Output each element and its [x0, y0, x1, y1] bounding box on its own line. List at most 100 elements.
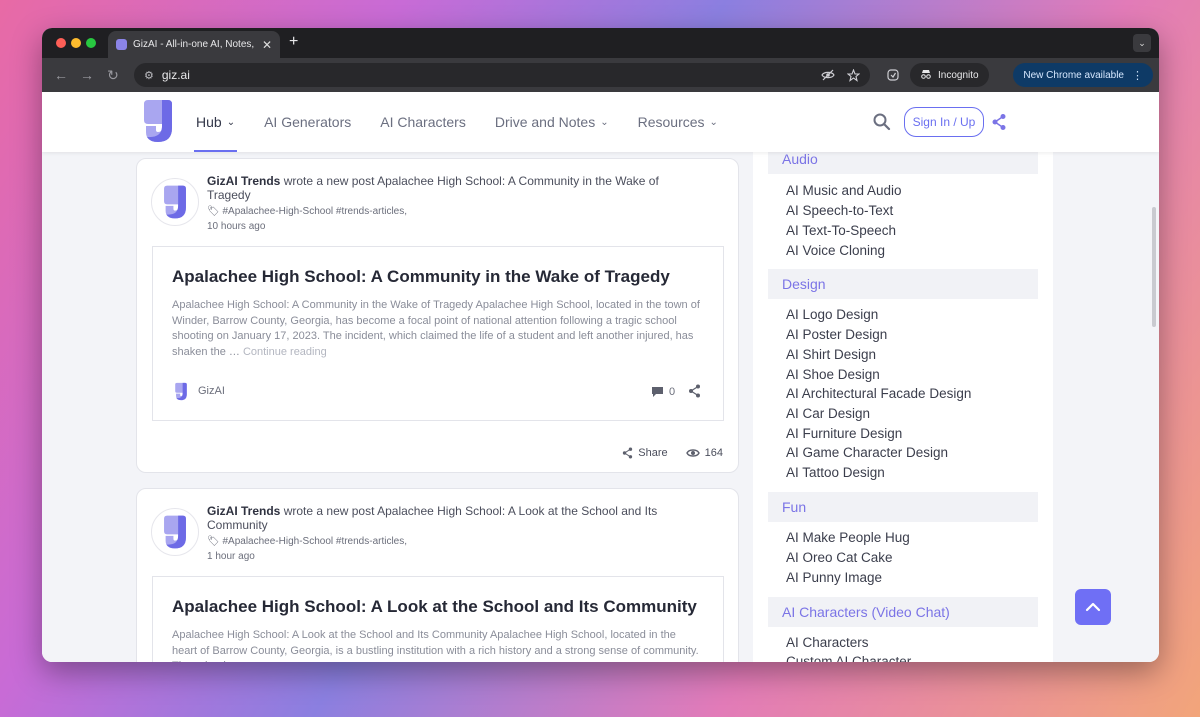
nav-resources[interactable]: Resources ⌄ — [638, 92, 718, 152]
tab-gizai[interactable]: GizAI - All-in-one AI, Notes, & ✕ — [108, 31, 280, 58]
avatar[interactable] — [151, 508, 199, 556]
share-icon[interactable] — [688, 384, 701, 398]
post-footer-author[interactable]: GizAI — [198, 385, 225, 397]
sidebar-item-ai-architectural-facade-design[interactable]: AI Architectural Facade Design — [786, 386, 971, 401]
post-card: GizAI Trends wrote a new post Apalachee … — [136, 158, 739, 473]
nav-ai-characters[interactable]: AI Characters — [380, 92, 466, 152]
close-window-button[interactable] — [56, 38, 66, 48]
browser-menu-icon[interactable]: ⋮ — [1132, 69, 1143, 82]
nav-drive-and-notes[interactable]: Drive and Notes ⌄ — [495, 92, 609, 152]
sign-in-button[interactable]: Sign In / Up — [904, 107, 984, 137]
post-tags[interactable]: #Apalachee-High-School #trends-articles, — [222, 206, 407, 217]
scroll-to-top-button[interactable] — [1075, 589, 1111, 625]
post-title[interactable]: Apalachee High School: A Look at the Sch… — [172, 597, 697, 617]
page-scrollbar[interactable] — [1152, 207, 1156, 327]
post-title[interactable]: Apalachee High School: A Community in th… — [172, 267, 670, 287]
sidebar-item-ai-logo-design[interactable]: AI Logo Design — [786, 307, 878, 322]
reload-button[interactable]: ↻ — [100, 67, 126, 84]
comment-count: 0 — [669, 386, 676, 398]
sidebar-item-ai-game-character-design[interactable]: AI Game Character Design — [786, 445, 948, 460]
incognito-label: Incognito — [938, 69, 979, 81]
sidebar-item-ai-tattoo-design[interactable]: AI Tattoo Design — [786, 465, 885, 480]
new-chrome-label: New Chrome available — [1023, 69, 1124, 81]
category-design[interactable]: Design — [768, 269, 1038, 299]
sidebar-item-ai-shoe-design[interactable]: AI Shoe Design — [786, 367, 880, 382]
sidebar-item-ai-oreo-cat-cake[interactable]: AI Oreo Cat Cake — [786, 550, 893, 565]
comment-icon[interactable] — [651, 386, 664, 398]
post-author[interactable]: GizAI Trends — [207, 504, 280, 518]
site-header: Hub ⌄ AI Generators AI Characters Drive … — [42, 92, 1159, 152]
incognito-icon — [920, 69, 932, 82]
tab-title: GizAI - All-in-one AI, Notes, & — [133, 39, 256, 50]
share-label: Share — [638, 447, 668, 459]
sidebar-item-ai-poster-design[interactable]: AI Poster Design — [786, 327, 887, 342]
search-icon[interactable] — [872, 112, 892, 132]
extension-icon[interactable] — [886, 68, 900, 82]
chevron-down-icon: ⌄ — [709, 116, 718, 128]
post-excerpt: Apalachee High School: A Look at the Sch… — [172, 629, 699, 662]
sidebar-item-ai-car-design[interactable]: AI Car Design — [786, 406, 870, 421]
incognito-indicator[interactable]: Incognito — [910, 63, 989, 87]
nav-ai-generators[interactable]: AI Generators — [264, 92, 351, 152]
post-author[interactable]: GizAI Trends — [207, 174, 280, 188]
post-card: GizAI Trends wrote a new post Apalachee … — [136, 488, 739, 662]
gizai-favicon-icon — [116, 39, 127, 50]
sidebar-item-ai-characters[interactable]: AI Characters — [786, 635, 869, 650]
eye-slash-icon[interactable] — [821, 69, 835, 81]
sidebar-item-ai-shirt-design[interactable]: AI Shirt Design — [786, 347, 876, 362]
sidebar-item-ai-voice-cloning[interactable]: AI Voice Cloning — [786, 243, 885, 258]
chevron-up-icon — [1085, 602, 1101, 612]
gizai-avatar-icon — [164, 185, 186, 219]
category-ai-characters-video-chat[interactable]: AI Characters (Video Chat) — [768, 597, 1038, 627]
tab-search-button[interactable]: ⌄ — [1133, 34, 1151, 52]
forward-button[interactable]: → — [74, 67, 100, 83]
post-actions: Share 164 — [604, 447, 723, 459]
post-preview[interactable]: Apalachee High School: A Community in th… — [152, 246, 724, 421]
post-meta: GizAI Trends wrote a new post Apalachee … — [207, 504, 677, 562]
minimize-window-button[interactable] — [71, 38, 81, 48]
sidebar-item-ai-speech-to-text[interactable]: AI Speech-to-Text — [786, 203, 893, 218]
new-chrome-available-button[interactable]: New Chrome available ⋮ — [1013, 63, 1153, 87]
sidebar-item-ai-punny-image[interactable]: AI Punny Image — [786, 570, 882, 585]
eye-icon — [685, 449, 700, 457]
continue-reading-link[interactable]: Continue reading — [243, 346, 327, 358]
post-time[interactable]: 10 hours ago — [207, 221, 677, 232]
share-icon[interactable] — [991, 113, 1007, 131]
bookmark-star-icon[interactable] — [847, 68, 860, 82]
post-meta: GizAI Trends wrote a new post Apalachee … — [207, 174, 677, 232]
avatar[interactable] — [151, 178, 199, 226]
nav-hub[interactable]: Hub ⌄ — [193, 92, 238, 152]
gizai-logo[interactable] — [142, 98, 174, 144]
share-icon — [623, 447, 633, 459]
tab-bar: GizAI - All-in-one AI, Notes, & ✕ + ⌄ — [42, 28, 1159, 58]
new-tab-button[interactable]: + — [289, 33, 298, 51]
gizai-avatar-icon — [164, 515, 186, 549]
site-info-icon[interactable]: ⚙ — [144, 69, 154, 82]
sidebar-item-ai-make-people-hug[interactable]: AI Make People Hug — [786, 530, 910, 545]
sidebar-item-ai-furniture-design[interactable]: AI Furniture Design — [786, 426, 902, 441]
sidebar-item-custom-ai-character[interactable]: Custom AI Character — [786, 654, 911, 662]
back-button[interactable]: ← — [48, 67, 74, 83]
tab-close-icon[interactable]: ✕ — [262, 38, 272, 52]
post-preview[interactable]: Apalachee High School: A Look at the Sch… — [152, 576, 724, 662]
post-tags[interactable]: #Apalachee-High-School #trends-articles, — [222, 536, 407, 547]
browser-window: GizAI - All-in-one AI, Notes, & ✕ + ⌄ ← … — [42, 28, 1159, 662]
address-bar[interactable]: ⚙ giz.ai — [134, 63, 870, 87]
page-content: Hub ⌄ AI Generators AI Characters Drive … — [42, 92, 1159, 662]
view-count: 164 — [685, 447, 723, 459]
tag-icon: 🏷 — [207, 206, 220, 217]
post-excerpt: Apalachee High School: A Community in th… — [172, 299, 700, 358]
category-fun[interactable]: Fun — [768, 492, 1038, 522]
sidebar-item-ai-text-to-speech[interactable]: AI Text-To-Speech — [786, 223, 896, 238]
url-text[interactable]: giz.ai — [162, 68, 809, 82]
maximize-window-button[interactable] — [86, 38, 96, 48]
post-time[interactable]: 1 hour ago — [207, 551, 677, 562]
category-sidebar: Audio AI Music and Audio AI Speech-to-Te… — [753, 144, 1053, 662]
view-count-value: 164 — [704, 447, 723, 459]
tag-icon: 🏷 — [207, 536, 220, 547]
chevron-down-icon: ⌄ — [226, 116, 236, 128]
chevron-down-icon: ⌄ — [600, 116, 609, 128]
share-button[interactable]: Share — [622, 447, 668, 459]
sidebar-item-ai-music-and-audio[interactable]: AI Music and Audio — [786, 183, 902, 198]
main-nav: Hub ⌄ AI Generators AI Characters Drive … — [193, 92, 747, 152]
